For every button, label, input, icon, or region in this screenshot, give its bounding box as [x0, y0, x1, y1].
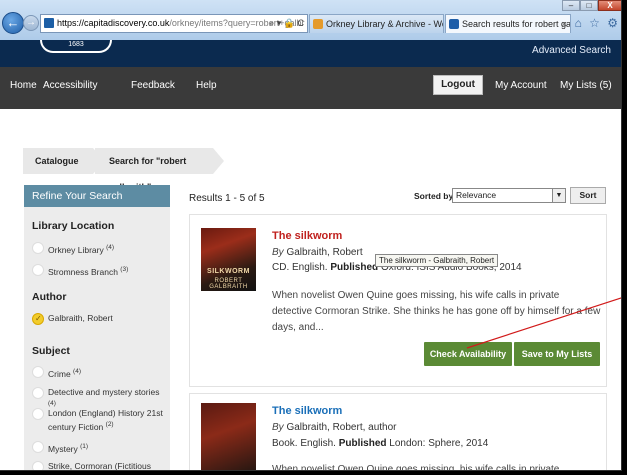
breadcrumb-separator-icon [213, 148, 224, 174]
book-cover-image[interactable] [201, 403, 256, 470]
nav-help[interactable]: Help [196, 80, 217, 91]
minimize-button[interactable]: – [562, 0, 580, 11]
site-logo[interactable]: 1683 [40, 40, 112, 53]
nav-my-lists[interactable]: My Lists (5) [560, 80, 612, 91]
cover-author: ROBERT GALBRAITH [209, 278, 248, 290]
facet-crime[interactable]: Crime (4) [32, 366, 168, 380]
facet-title-author: Author [32, 291, 67, 303]
window-controls: – □ X [562, 0, 621, 12]
by-label: By [272, 247, 284, 258]
facet-count: (1) [80, 443, 89, 450]
results-count: Results 1 - 5 of 5 [189, 193, 265, 204]
facet-count: (4) [73, 368, 81, 375]
published-value: London: Sphere, 2014 [389, 438, 489, 449]
facet-checked-icon[interactable] [32, 313, 44, 325]
facet-galbraith-robert[interactable]: Galbraith, Robert [32, 313, 168, 325]
facet-count: (3) [120, 266, 129, 273]
site-favicon-icon [44, 18, 54, 28]
facet-label: Stromness Branch [48, 266, 118, 277]
sort-select-value: Relevance [456, 190, 497, 200]
result-format: CD. English. [272, 262, 328, 273]
result-description: When novelist Owen Quine goes missing, h… [272, 464, 560, 471]
facet-label: Orkney Library [48, 244, 104, 255]
facet-radio-icon[interactable] [32, 408, 44, 420]
forward-button[interactable]: → [23, 15, 39, 31]
facet-strike-cormoran[interactable]: Strike, Cormoran (Fictitious [32, 461, 168, 471]
breadcrumb-search: Search for "robert galbraith" [95, 148, 213, 192]
result-author-line: By Galbraith, Robert, author [272, 422, 397, 433]
refine-sidebar: Refine Your Search Library Location Orkn… [24, 185, 170, 471]
browser-toolbar: ← → https://capitadiscovery.co.uk/orkney… [0, 0, 621, 40]
facet-radio-icon[interactable] [32, 441, 44, 453]
address-bar[interactable]: https://capitadiscovery.co.uk/orkney/ite… [40, 14, 308, 33]
facet-title-library-location: Library Location [32, 220, 115, 232]
facet-label: Galbraith, Robert [48, 313, 113, 323]
facet-radio-icon[interactable] [32, 461, 44, 470]
facet-label: Strike, Cormoran (Fictitious [48, 461, 151, 471]
facet-radio-icon[interactable] [32, 242, 44, 254]
chevron-down-icon[interactable]: ▼ [552, 189, 565, 202]
result-description: When novelist Owen Quine goes missing, h… [272, 290, 601, 333]
facet-london-history[interactable]: London (England) History 21st century Fi… [32, 408, 168, 433]
facet-count: (4) [48, 400, 56, 407]
facet-count: (4) [106, 244, 115, 251]
result-title-link[interactable]: The silkworm [272, 405, 342, 417]
tab-label: Orkney Library & Archive - We... [326, 19, 444, 29]
facet-radio-icon[interactable] [32, 366, 44, 378]
result-format-line: Book. English. Published London: Sphere,… [272, 438, 488, 449]
book-cover-image[interactable]: SILKWORM ROBERT GALBRAITH [201, 228, 256, 291]
back-button[interactable]: ← [2, 12, 24, 34]
sort-select[interactable]: Relevance ▼ [452, 188, 566, 203]
facet-mystery[interactable]: Mystery (1) [32, 441, 168, 455]
facet-label: Mystery [48, 443, 78, 454]
published-label: Published [330, 262, 379, 273]
tab-close-icon[interactable]: × [562, 15, 567, 33]
result-format: Book. English. [272, 438, 336, 449]
facet-title-subject: Subject [32, 345, 70, 357]
nav-accessibility[interactable]: Accessibility [43, 80, 97, 91]
facet-label: Detective and mystery stories [48, 387, 160, 397]
breadcrumb-catalogue[interactable]: Catalogue [23, 148, 93, 174]
result-author-line: By Galbraith, Robert [272, 247, 363, 258]
nav-feedback[interactable]: Feedback [131, 80, 175, 91]
result-author[interactable]: Galbraith, Robert, author [286, 422, 396, 433]
facet-count: (2) [105, 421, 114, 428]
breadcrumb: Catalogue Search for "robert galbraith" [23, 148, 423, 192]
tab-favicon-icon [449, 19, 459, 29]
maximize-button[interactable]: □ [580, 0, 598, 11]
advanced-search-link[interactable]: Advanced Search [532, 45, 611, 56]
facet-radio-icon[interactable] [32, 387, 44, 399]
browser-window: ← → https://capitadiscovery.co.uk/orkney… [0, 0, 622, 471]
title-tooltip: The silkworm - Galbraith, Robert [375, 254, 499, 267]
logout-button[interactable]: Logout [433, 75, 483, 95]
nav-home[interactable]: Home [10, 80, 37, 91]
tab-search-results[interactable]: Search results for robert gal... × [445, 14, 571, 33]
save-to-my-lists-button[interactable]: Save to My Lists [514, 342, 600, 366]
url-host: https://capitadiscovery.co.uk [57, 18, 170, 28]
tab-orkney-library[interactable]: Orkney Library & Archive - We... [309, 14, 444, 33]
refine-header: Refine Your Search [24, 185, 170, 207]
sorted-by-label: Sorted by [414, 191, 454, 201]
result-author[interactable]: Galbraith, Robert [286, 247, 362, 258]
home-favorites-tools-icons[interactable]: ⌂ ☆ ⚙ [575, 16, 620, 30]
facet-radio-icon[interactable] [32, 264, 44, 276]
facet-label: London (England) History 21st century Fi… [48, 408, 163, 432]
check-availability-button[interactable]: Check Availability [424, 342, 512, 366]
tab-label: Search results for robert gal... [462, 19, 571, 29]
tab-favicon-icon [313, 19, 323, 29]
close-window-button[interactable]: X [598, 0, 621, 11]
result-title-link[interactable]: The silkworm [272, 230, 342, 242]
facet-label: Crime [48, 368, 71, 379]
by-label: By [272, 422, 284, 433]
facet-stromness-branch[interactable]: Stromness Branch (3) [32, 264, 168, 278]
nav-my-account[interactable]: My Account [495, 80, 547, 91]
facet-orkney-library[interactable]: Orkney Library (4) [32, 242, 168, 256]
cover-title: SILKWORM [207, 268, 250, 275]
sort-button[interactable]: Sort [570, 187, 606, 204]
published-label: Published [338, 438, 387, 449]
address-bar-icons[interactable]: ⌕ ▾ 🔒 C [269, 15, 304, 32]
